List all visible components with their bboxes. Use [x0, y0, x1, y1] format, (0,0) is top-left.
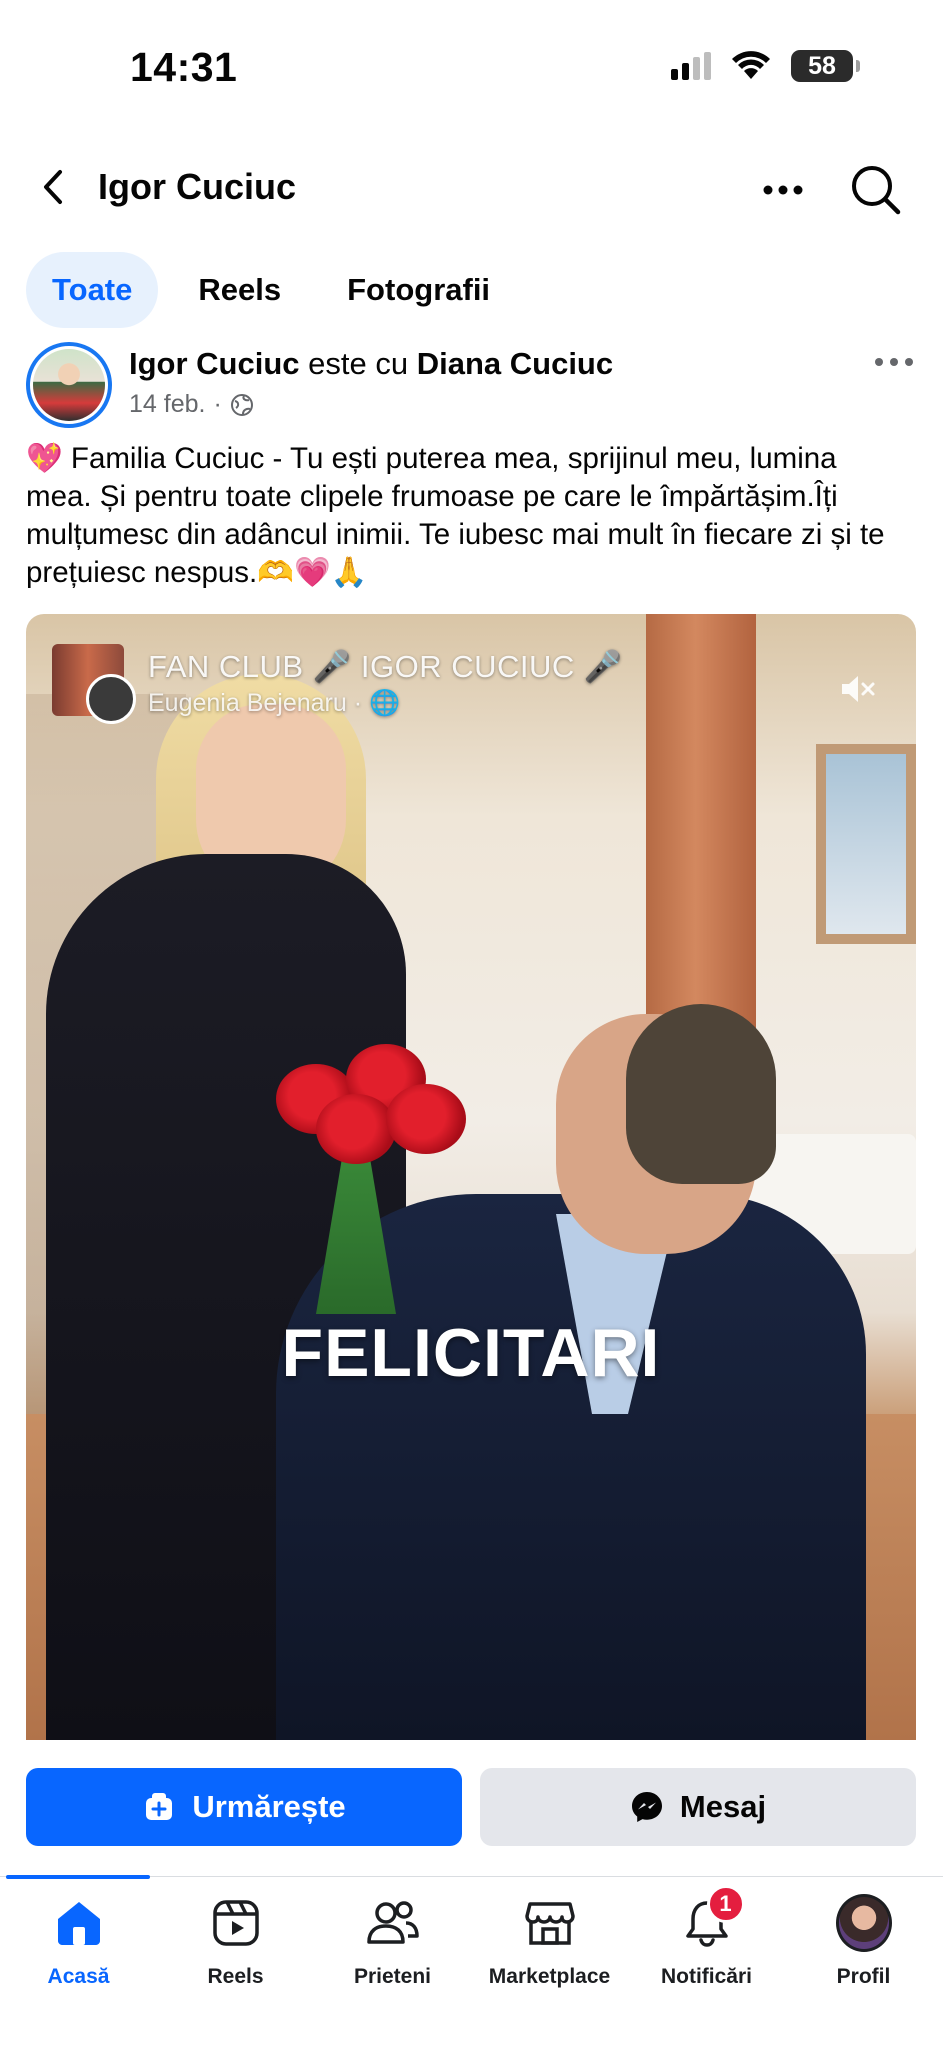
nav-notifications-label: Notificări — [660, 1965, 752, 1988]
message-button[interactable]: Mesaj — [480, 1768, 916, 1846]
tab-fotografii[interactable]: Fotografii — [321, 252, 516, 328]
tab-reels[interactable]: Reels — [172, 252, 307, 328]
home-icon — [57, 1902, 100, 1945]
post-text: 💖 Familia Cuciuc - Tu ești puterea mea, … — [26, 442, 885, 589]
post-video[interactable]: FAN CLUB 🎤 IGOR CUCIUC 🎤 Eugenia Bejenar… — [26, 614, 916, 1740]
post-meta: 14 feb. · — [129, 390, 254, 419]
video-source-avatar — [52, 644, 136, 724]
marketplace-icon — [524, 1902, 575, 1945]
status-bar: 14:31 58 — [0, 0, 943, 130]
status-time: 14:31 — [130, 44, 238, 90]
post-connector: este cu — [308, 346, 409, 381]
nav-profile[interactable]: Profil — [785, 1894, 942, 1989]
nav-reels-label: Reels — [207, 1965, 264, 1988]
nav-marketplace[interactable]: Marketplace — [471, 1895, 628, 1989]
mute-icon[interactable] — [838, 669, 878, 709]
post-tagged-name[interactable]: Diana Cuciuc — [417, 346, 613, 381]
notification-badge: 1 — [706, 1885, 745, 1923]
messenger-icon — [631, 1792, 662, 1822]
post-author-name[interactable]: Igor Cuciuc — [129, 346, 300, 381]
roses-bouquet — [256, 1044, 466, 1264]
filter-tabs: Toate Reels Fotografii — [26, 252, 516, 328]
nav-profile-label: Profil — [836, 1965, 891, 1988]
bottom-navigation: Acasă Reels Prieteni Marketplace 1 Notif… — [0, 1875, 943, 2048]
tab-toate[interactable]: Toate — [26, 252, 159, 328]
nav-friends-label: Prieteni — [353, 1965, 432, 1988]
video-source[interactable]: FAN CLUB 🎤 IGOR CUCIUC 🎤 Eugenia Bejenar… — [52, 644, 624, 724]
follow-icon — [146, 1793, 173, 1820]
more-options-icon[interactable] — [758, 170, 808, 210]
message-label: Mesaj — [679, 1789, 767, 1824]
post-date[interactable]: 14 feb. — [129, 390, 205, 419]
friends-icon — [366, 1901, 419, 1944]
follow-label: Urmărește — [192, 1789, 346, 1824]
video-source-sub: Eugenia Bejenaru · 🌐 — [148, 689, 401, 717]
nav-friends[interactable]: Prieteni — [314, 1895, 471, 1989]
nav-marketplace-label: Marketplace — [488, 1965, 611, 1988]
nav-home[interactable]: Acasă — [0, 1895, 157, 1989]
reels-icon — [212, 1900, 259, 1946]
post-author-line: Igor Cuciuc este cu Diana Cuciuc — [129, 346, 613, 382]
back-arrow-icon[interactable] — [30, 162, 80, 212]
video-source-name: FAN CLUB 🎤 IGOR CUCIUC 🎤 — [148, 649, 624, 684]
wifi-icon — [732, 51, 770, 79]
follow-button[interactable]: Urmărește — [26, 1768, 462, 1846]
nav-reels[interactable]: Reels — [157, 1895, 314, 1989]
video-caption: FELICITARI — [281, 1315, 661, 1391]
battery-icon: 58 — [791, 50, 860, 82]
post-more-icon[interactable] — [872, 352, 916, 372]
avatar — [835, 1894, 892, 1952]
nav-home-label: Acasă — [47, 1965, 110, 1988]
status-icons: 58 — [671, 50, 860, 82]
search-icon[interactable] — [848, 162, 902, 216]
post-author-avatar[interactable] — [26, 342, 112, 428]
page-title: Igor Cuciuc — [98, 166, 297, 207]
nav-notifications[interactable]: 1 Notificări — [628, 1885, 785, 1989]
page-header: Igor Cuciuc — [0, 150, 943, 230]
cellular-signal-icon — [671, 52, 711, 80]
globe-icon — [230, 393, 253, 416]
active-tab-indicator — [6, 1875, 150, 1879]
globe-icon: 🌐 — [369, 689, 401, 717]
